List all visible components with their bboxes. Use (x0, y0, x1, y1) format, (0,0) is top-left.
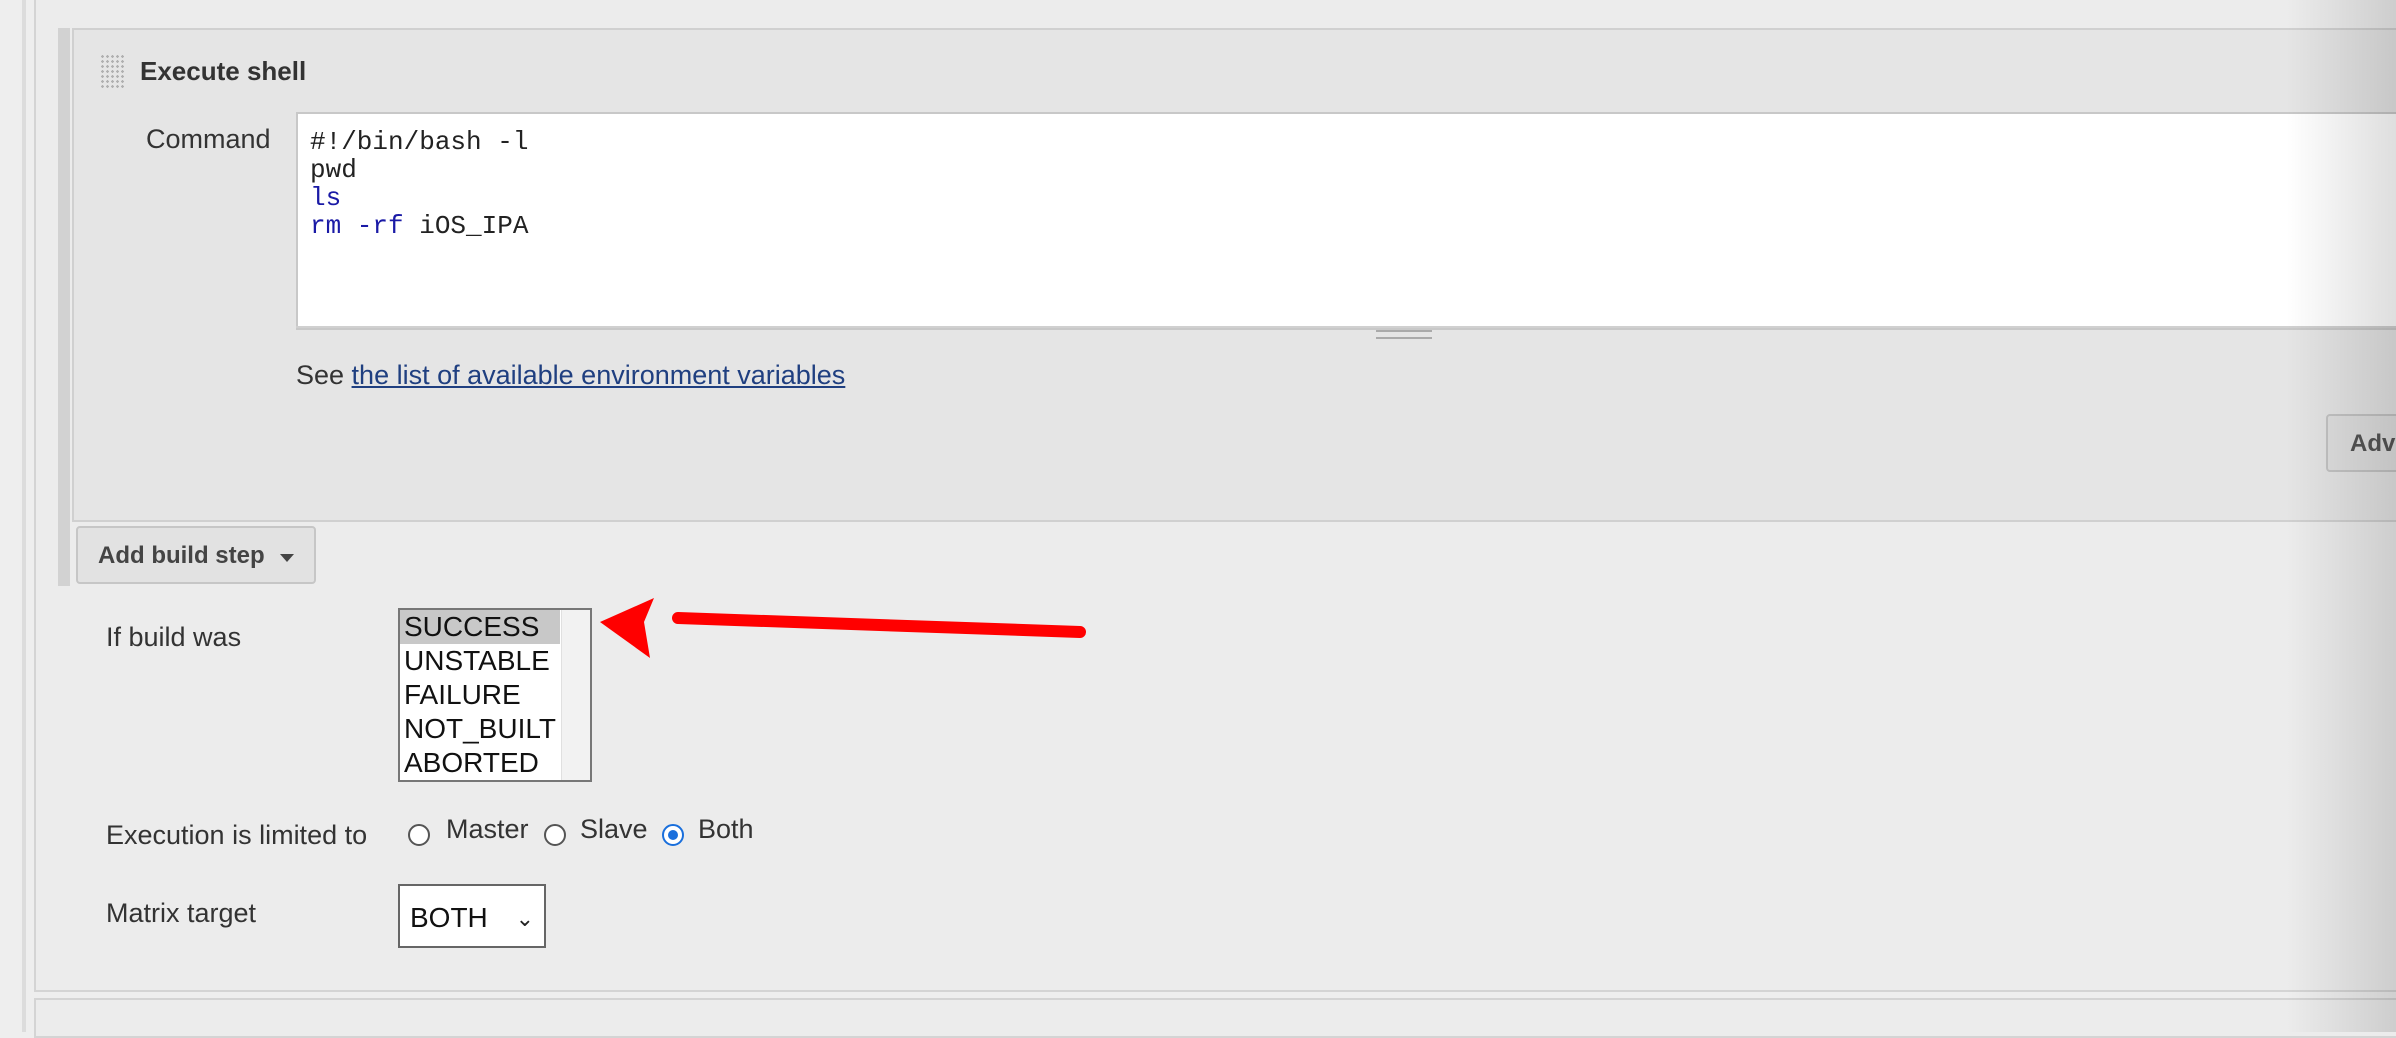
listbox-option-failure[interactable]: FAILURE (400, 678, 560, 712)
listbox-option-unstable[interactable]: UNSTABLE (400, 644, 560, 678)
command-textarea[interactable]: #!/bin/bash -l pwd ls rm -rf iOS_IPA (296, 112, 2396, 330)
radio-both-label: Both (698, 814, 754, 844)
matrix-target-select[interactable]: BOTH ⌄ (398, 884, 546, 948)
red-arrow-annotation (600, 598, 1086, 658)
env-vars-prefix: See (296, 360, 352, 390)
drag-handle-icon[interactable] (100, 54, 124, 90)
add-build-step-button[interactable]: Add build step (76, 526, 316, 584)
listbox-scrollbar[interactable] (561, 610, 590, 780)
radio-master[interactable] (408, 824, 430, 846)
command-line-3: ls (310, 183, 342, 213)
if-build-was-label: If build was (106, 622, 242, 652)
env-vars-hint: See the list of available environment va… (296, 360, 845, 391)
build-status-listbox[interactable]: SUCCESS UNSTABLE FAILURE NOT_BUILT ABORT… (398, 608, 592, 782)
radio-master-label: Master (446, 814, 529, 844)
radio-both[interactable] (662, 824, 684, 846)
matrix-target-value: BOTH (410, 902, 488, 933)
add-build-step-label: Add build step (98, 542, 265, 569)
caret-down-icon (280, 554, 294, 562)
command-line-2: pwd (310, 155, 357, 185)
listbox-option-not-built[interactable]: NOT_BUILT (400, 712, 560, 746)
advanced-button[interactable]: Adva (2326, 414, 2396, 472)
radio-slave-label: Slave (580, 814, 648, 844)
command-label: Command (146, 124, 271, 154)
radio-slave[interactable] (544, 824, 566, 846)
listbox-option-aborted[interactable]: ABORTED (400, 746, 560, 780)
matrix-target-label: Matrix target (106, 898, 257, 928)
execution-limit-label: Execution is limited to (106, 820, 368, 850)
env-vars-link[interactable]: the list of available environment variab… (352, 360, 846, 390)
textarea-resize-handle[interactable] (296, 326, 2396, 339)
next-section (34, 998, 2396, 1038)
build-step-rail (58, 28, 70, 586)
command-line-4: rm -rf iOS_IPA (310, 211, 529, 241)
step-title: Execute shell (140, 56, 307, 86)
resize-grip-icon (1376, 330, 1432, 339)
command-line-1: #!/bin/bash -l (310, 127, 529, 157)
listbox-option-success[interactable]: SUCCESS (400, 610, 560, 644)
outer-rail (22, 0, 26, 1032)
chevron-down-icon: ⌄ (515, 906, 534, 931)
